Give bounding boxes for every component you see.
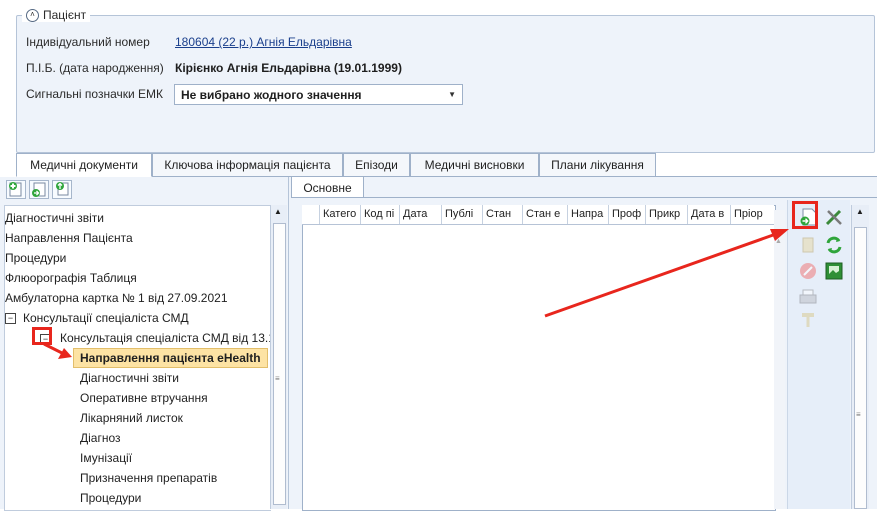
arrow-head (770, 229, 789, 241)
arrow-line (544, 232, 777, 318)
arrow-line (43, 342, 63, 355)
annotation-arrows (43, 229, 789, 359)
